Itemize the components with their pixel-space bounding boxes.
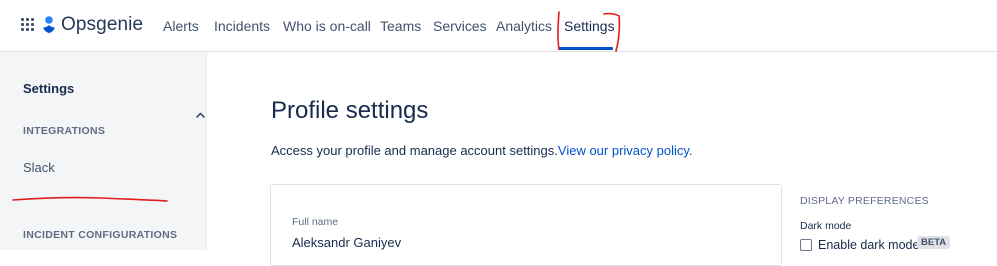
display-preferences-header: DISPLAY PREFERENCES bbox=[800, 195, 929, 207]
beta-badge: BETA bbox=[917, 236, 951, 249]
nav-teams[interactable]: Teams bbox=[380, 18, 421, 34]
sidebar-item-slack[interactable]: Slack bbox=[23, 160, 55, 175]
dark-mode-label: Dark mode bbox=[800, 220, 852, 232]
app-switcher-icon[interactable] bbox=[21, 18, 34, 31]
active-tab-indicator bbox=[558, 47, 613, 50]
page-description-text: Access your profile and manage account s… bbox=[271, 143, 558, 158]
opsgenie-logo-icon bbox=[43, 16, 55, 33]
chevron-up-icon[interactable] bbox=[195, 110, 206, 121]
nav-services[interactable]: Services bbox=[433, 18, 487, 34]
dark-mode-checkbox[interactable] bbox=[800, 239, 812, 251]
app-logo-text[interactable]: Opsgenie bbox=[61, 14, 143, 36]
page-title: Profile settings bbox=[271, 97, 429, 124]
full-name-value: Aleksandr Ganiyev bbox=[292, 235, 402, 250]
sidebar-section-incident-configurations: INCIDENT CONFIGURATIONS bbox=[23, 229, 178, 241]
settings-sidebar: Settings INTEGRATIONS Slack INCIDENT CON… bbox=[0, 52, 207, 250]
profile-card: Full name Aleksandr Ganiyev bbox=[270, 184, 782, 266]
page-description: Access your profile and manage account s… bbox=[271, 143, 693, 158]
top-navigation: Opsgenie Alerts Incidents Who is on-call… bbox=[0, 0, 997, 52]
nav-settings[interactable]: Settings bbox=[564, 18, 615, 34]
nav-analytics[interactable]: Analytics bbox=[496, 18, 552, 34]
sidebar-section-integrations: INTEGRATIONS bbox=[23, 125, 106, 137]
nav-incidents[interactable]: Incidents bbox=[214, 18, 270, 34]
nav-who-is-on-call[interactable]: Who is on-call bbox=[283, 18, 371, 34]
sidebar-title: Settings bbox=[23, 81, 75, 96]
privacy-policy-link[interactable]: View our privacy policy. bbox=[558, 143, 693, 158]
full-name-label: Full name bbox=[292, 216, 339, 228]
nav-alerts[interactable]: Alerts bbox=[163, 18, 199, 34]
